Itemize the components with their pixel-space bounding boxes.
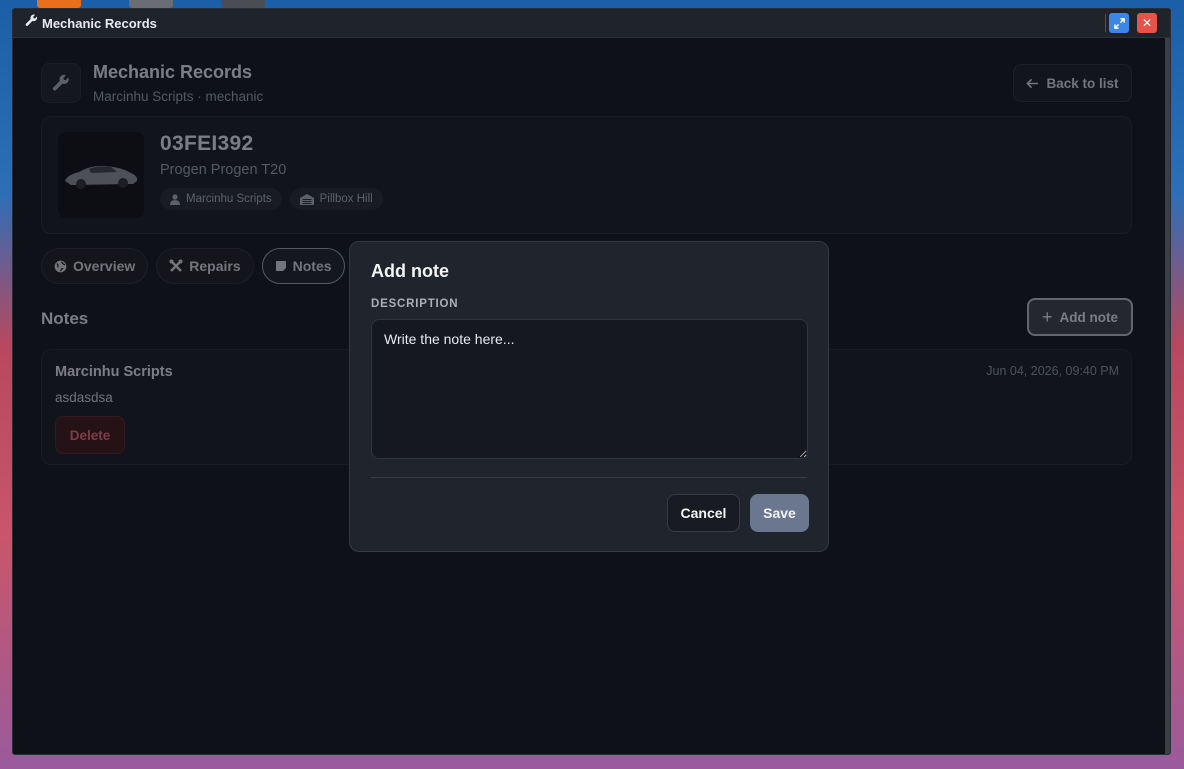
save-button[interactable]: Save xyxy=(750,494,809,532)
app-window: Mechanic Records ✕ Mechanic Records Marc… xyxy=(12,8,1171,755)
add-note-modal: Add note DESCRIPTION Cancel Save xyxy=(349,241,829,552)
expand-icon xyxy=(1113,17,1125,29)
close-icon: ✕ xyxy=(1141,16,1153,30)
taskbar-tile-gray xyxy=(129,0,173,8)
maximize-button[interactable] xyxy=(1109,13,1129,33)
window-titlebar[interactable]: Mechanic Records ✕ xyxy=(13,9,1170,38)
modal-divider xyxy=(371,477,807,478)
cancel-button[interactable]: Cancel xyxy=(667,494,740,532)
close-button[interactable]: ✕ xyxy=(1137,13,1157,33)
taskbar-tile-dark xyxy=(221,0,265,8)
scrollbar[interactable] xyxy=(1165,38,1170,754)
note-description-input[interactable] xyxy=(371,319,808,459)
window-title: Mechanic Records xyxy=(42,15,157,31)
description-label: DESCRIPTION xyxy=(371,298,459,310)
taskbar-tile-orange xyxy=(37,0,81,8)
titlebar-divider xyxy=(1105,14,1106,32)
modal-title: Add note xyxy=(371,261,449,281)
wrench-icon xyxy=(25,14,38,32)
